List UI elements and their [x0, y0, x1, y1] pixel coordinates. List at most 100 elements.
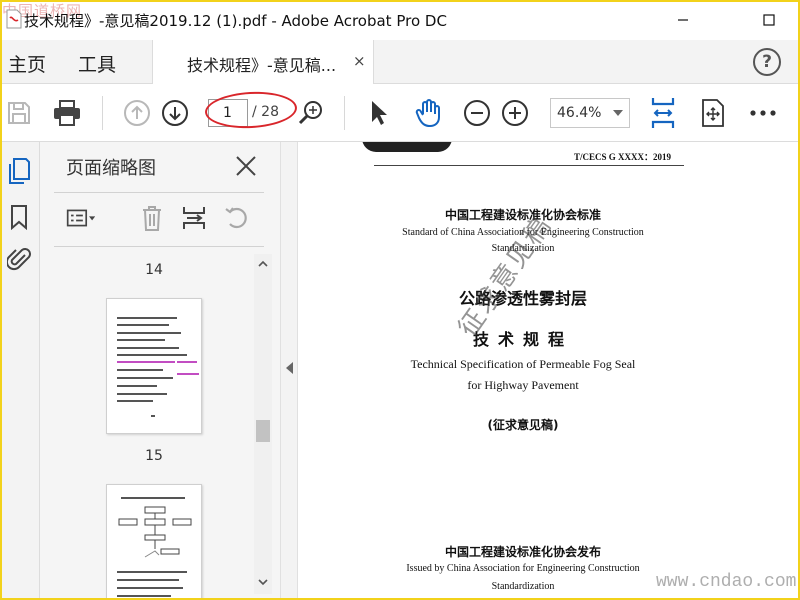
page-number-label: 15 — [145, 448, 163, 464]
thumbnail-text-line — [117, 377, 173, 379]
thumbnail-text-line — [121, 497, 185, 499]
thumbnail-list: 14 15 — [40, 248, 272, 600]
tab-home[interactable]: 主页 — [8, 50, 46, 77]
document-view[interactable]: T/CECS G XXXX：2019 中国工程建设标准化协会标准 Standar… — [298, 142, 800, 600]
toolbar-separator — [102, 96, 103, 130]
zoom-level-select[interactable]: 46.4% — [550, 98, 630, 128]
zoom-out-button[interactable] — [460, 96, 494, 130]
thumbnail-text-line — [117, 571, 187, 573]
header-rule — [374, 165, 684, 166]
pdf-file-icon — [6, 9, 22, 29]
page-thumbnails-button[interactable] — [4, 156, 34, 186]
scrollbar-thumb[interactable] — [256, 420, 270, 442]
zoom-level-value: 46.4% — [557, 105, 602, 121]
close-tab-icon[interactable]: × — [353, 52, 366, 70]
standard-code: T/CECS G XXXX：2019 — [574, 152, 672, 162]
draft-label: (征求意见稿) — [487, 418, 559, 432]
page-thumbnail[interactable] — [106, 484, 202, 600]
insert-pages-icon — [183, 207, 205, 229]
arrow-up-circle-icon — [124, 100, 150, 126]
thumbnail-text-line — [117, 317, 177, 319]
cursor-arrow-icon — [372, 101, 387, 125]
scroll-down-icon[interactable] — [257, 576, 269, 588]
attachments-button[interactable] — [4, 244, 34, 274]
thumbnail-highlight-line — [177, 361, 197, 363]
issuer-cn: 中国工程建设标准化协会发布 — [444, 545, 601, 559]
tab-document[interactable]: 技术规程》-意见稿... × — [152, 40, 374, 84]
rotate-page-button[interactable] — [220, 202, 252, 234]
thumbnail-text-line — [117, 579, 179, 581]
rotate-icon — [225, 207, 247, 229]
hand-tool-button[interactable] — [412, 96, 446, 130]
hand-icon — [415, 99, 440, 128]
panel-collapse-handle[interactable] — [280, 142, 298, 600]
document-title-en-line1: Technical Specification of Permeable Fog… — [410, 357, 636, 371]
thumbnail-page-mark — [151, 415, 155, 417]
full-screen-button[interactable] — [696, 96, 730, 130]
thumbnail-text-line — [117, 369, 163, 371]
bookmark-icon — [11, 205, 27, 230]
toolbar: 1 / 28 46.4% — [0, 84, 800, 142]
minimize-icon — [678, 19, 688, 21]
site-watermark: www.cndao.com — [656, 572, 797, 592]
trash-icon — [143, 206, 161, 231]
insert-page-button[interactable] — [178, 202, 210, 234]
panel-divider — [54, 192, 264, 193]
zoom-in-icon — [502, 100, 528, 126]
thumbnail-text-line — [117, 400, 153, 402]
thumbnail-scrollbar[interactable] — [254, 254, 272, 594]
issuer-en-line2: Standardization — [491, 581, 555, 592]
thumbnail-text-line — [117, 354, 187, 356]
thumbnail-flowchart — [118, 506, 192, 558]
thumbnail-options-button[interactable] — [66, 202, 98, 234]
thumbnail-text-line — [117, 347, 179, 349]
maximize-button[interactable] — [746, 0, 792, 40]
document-subtitle-cn: 技术规程 — [472, 330, 573, 349]
minimize-button[interactable] — [660, 0, 706, 40]
panel-title: 页面缩略图 — [66, 158, 156, 179]
full-screen-icon — [702, 99, 724, 127]
document-title-cn: 公路渗透性雾封层 — [458, 289, 587, 308]
thumbnail-highlight-line — [177, 373, 199, 375]
save-icon — [8, 102, 30, 124]
panel-divider — [54, 246, 264, 247]
thumbnail-text-line — [117, 393, 167, 395]
more-tools-button[interactable] — [746, 96, 780, 130]
bookmarks-button[interactable] — [4, 202, 34, 232]
next-page-button[interactable] — [158, 96, 192, 130]
previous-page-button[interactable] — [120, 96, 154, 130]
navigation-rail — [0, 142, 40, 600]
thumbnail-text-line — [117, 332, 181, 334]
document-title-en-line2: for Highway Pavement — [467, 378, 579, 392]
help-icon[interactable]: ? — [753, 48, 781, 76]
thumbnail-text-line — [117, 324, 169, 326]
select-tool-button[interactable] — [362, 96, 396, 130]
tab-bar: 主页 工具 技术规程》-意见稿... × ? — [0, 40, 800, 84]
close-icon[interactable] — [234, 154, 258, 178]
window-title: 技术规程》-意见稿2019.12 (1).pdf - Adobe Acrobat… — [24, 12, 447, 30]
print-button[interactable] — [50, 96, 84, 130]
page-thumbnail[interactable] — [106, 298, 202, 434]
zoom-search-button[interactable] — [294, 96, 328, 130]
pages-icon — [9, 158, 30, 184]
thumbnail-text-line — [117, 595, 171, 597]
tab-tools[interactable]: 工具 — [78, 50, 116, 77]
fit-width-icon — [651, 98, 675, 128]
page-number-label: 14 — [145, 262, 163, 278]
zoom-in-button[interactable] — [498, 96, 532, 130]
print-icon — [54, 100, 80, 126]
scroll-up-icon[interactable] — [257, 258, 269, 270]
save-button[interactable] — [2, 96, 36, 130]
delete-page-button[interactable] — [136, 202, 168, 234]
paperclip-icon — [7, 248, 31, 271]
chevron-down-icon — [613, 110, 623, 116]
cecs-logo — [362, 142, 452, 152]
fit-width-button[interactable] — [646, 96, 680, 130]
thumbnail-text-line — [117, 587, 183, 589]
options-menu-icon — [66, 209, 95, 227]
title-bar: 中国道桥网 技术规程》-意见稿2019.12 (1).pdf - Adobe A… — [0, 0, 800, 40]
toolbar-separator — [344, 96, 345, 130]
more-horizontal-icon — [750, 110, 776, 116]
issuer-en-line1: Issued by China Association for Engineer… — [406, 563, 640, 574]
thumbnails-panel: 页面缩略图 14 15 — [40, 142, 280, 600]
